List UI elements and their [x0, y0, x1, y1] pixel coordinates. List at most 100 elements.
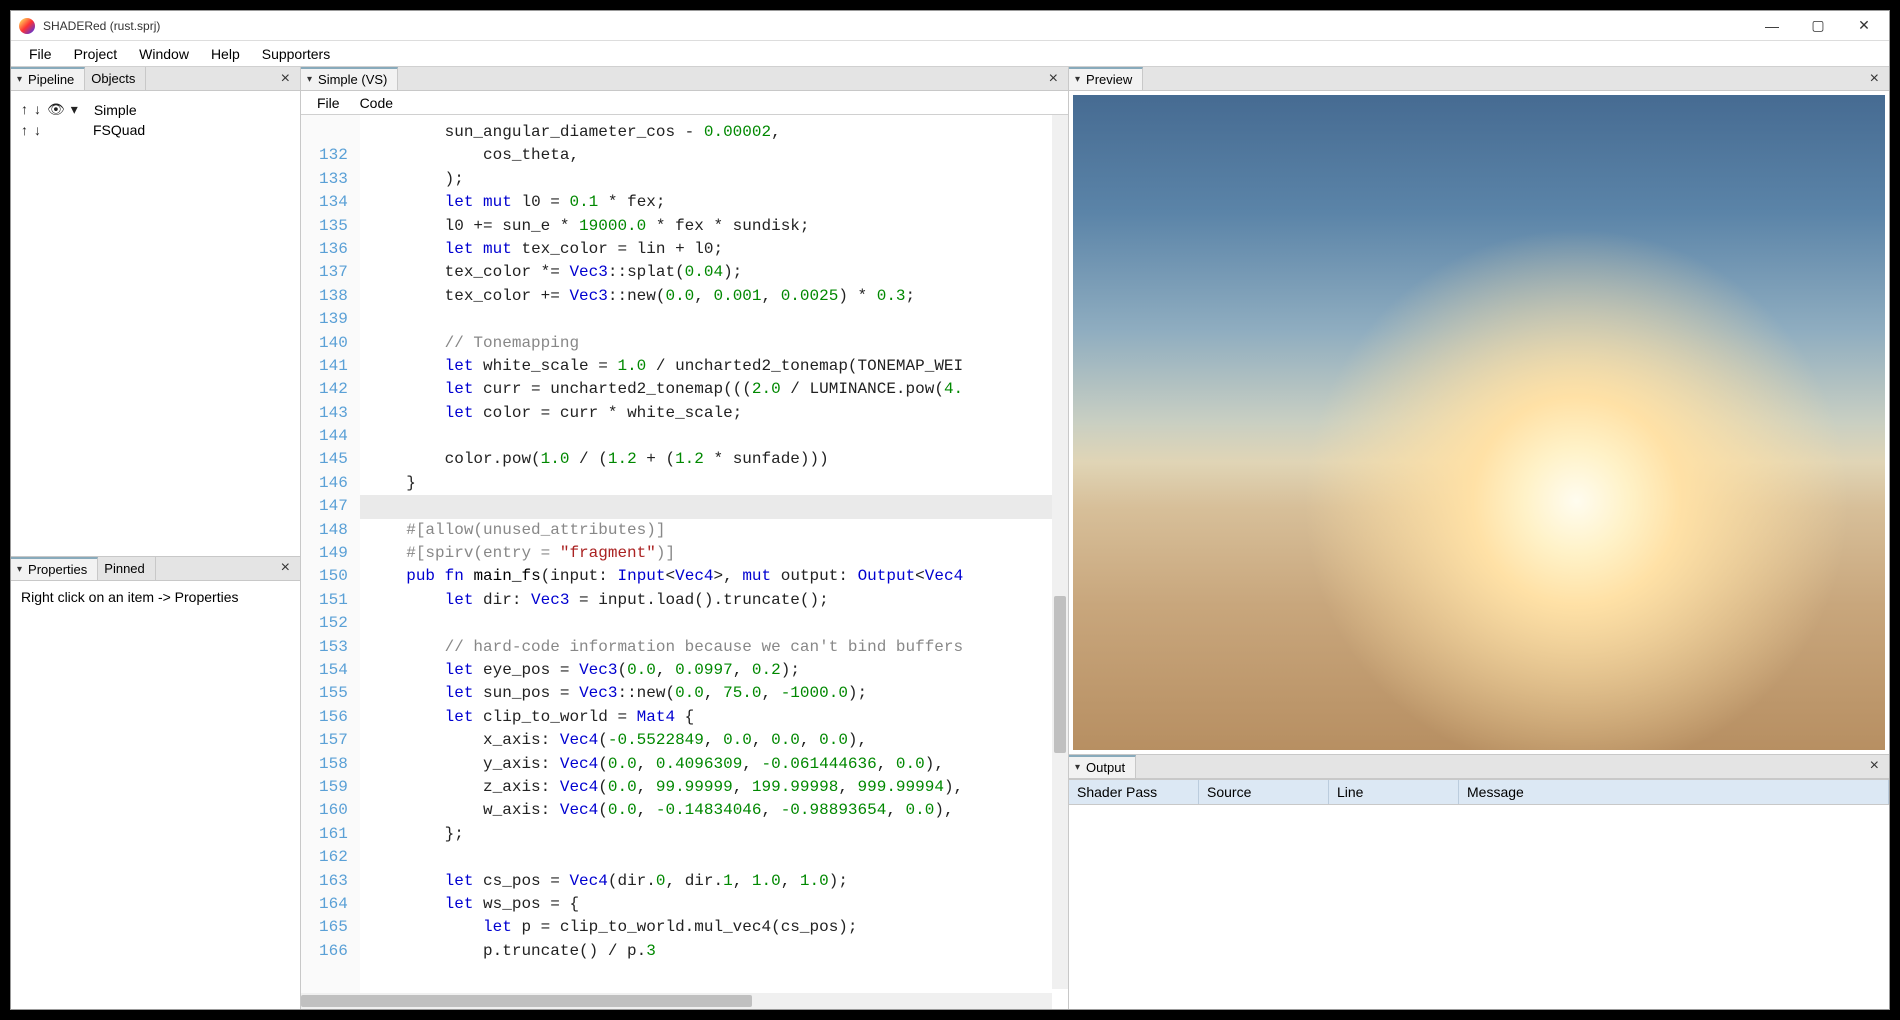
code-line[interactable]: l0 += sun_e * 19000.0 * fex * sundisk;: [368, 215, 1068, 238]
window-maximize-button[interactable]: ▢: [1795, 12, 1841, 40]
code-line[interactable]: w_axis: Vec4(0.0, -0.14834046, -0.988936…: [368, 799, 1068, 822]
code-line[interactable]: #[allow(unused_attributes)]: [368, 519, 1068, 542]
tab-output-label: Output: [1086, 760, 1125, 775]
output-col-line[interactable]: Line: [1329, 780, 1459, 804]
menu-file[interactable]: File: [19, 42, 62, 66]
dropdown-icon[interactable]: ▾: [1075, 74, 1080, 85]
close-icon[interactable]: ×: [277, 70, 294, 88]
code-line[interactable]: [368, 425, 1068, 448]
pipeline-item-icon[interactable]: 👁: [47, 101, 65, 118]
code-line[interactable]: // Tonemapping: [368, 332, 1068, 355]
code-line[interactable]: };: [368, 823, 1068, 846]
code-line[interactable]: cos_theta,: [368, 144, 1068, 167]
menu-supporters[interactable]: Supporters: [252, 42, 340, 66]
tab-editor-file[interactable]: ▾ Simple (VS): [301, 67, 398, 90]
menu-project[interactable]: Project: [64, 42, 128, 66]
properties-panel: ▾ Properties Pinned × Right click on an …: [11, 557, 300, 1009]
tab-pinned[interactable]: Pinned: [98, 557, 155, 580]
line-number: 162: [319, 846, 348, 869]
code-line[interactable]: let color = curr * white_scale;: [368, 402, 1068, 425]
horizontal-scrollbar[interactable]: [301, 993, 1052, 1009]
line-number: 152: [319, 612, 348, 635]
code-line[interactable]: let clip_to_world = Mat4 {: [368, 706, 1068, 729]
pipeline-item-icon[interactable]: ▾: [71, 101, 78, 118]
pipeline-item-icon[interactable]: ↓: [34, 101, 41, 118]
line-number: 139: [319, 308, 348, 331]
close-icon[interactable]: ×: [1045, 70, 1062, 88]
close-icon[interactable]: ×: [1866, 757, 1883, 775]
line-number: 136: [319, 238, 348, 261]
preview-viewport[interactable]: [1073, 95, 1885, 750]
line-number: 153: [319, 636, 348, 659]
code-line[interactable]: color.pow(1.0 / (1.2 + (1.2 * sunfade))): [368, 448, 1068, 471]
dropdown-icon[interactable]: ▾: [17, 74, 22, 85]
close-icon[interactable]: ×: [1866, 70, 1883, 88]
code-line[interactable]: pub fn main_fs(input: Input<Vec4>, mut o…: [368, 565, 1068, 588]
code-line[interactable]: let curr = uncharted2_tonemap(((2.0 / LU…: [368, 378, 1068, 401]
code-line[interactable]: [368, 612, 1068, 635]
code-line[interactable]: tex_color += Vec3::new(0.0, 0.001, 0.002…: [368, 285, 1068, 308]
code-line[interactable]: x_axis: Vec4(-0.5522849, 0.0, 0.0, 0.0),: [368, 729, 1068, 752]
pipeline-item-icon[interactable]: ↓: [34, 122, 41, 138]
code-line[interactable]: let mut l0 = 0.1 * fex;: [368, 191, 1068, 214]
code-line[interactable]: sun_angular_diameter_cos - 0.00002,: [368, 121, 1068, 144]
app-icon: [19, 18, 35, 34]
code-line[interactable]: let p = clip_to_world.mul_vec4(cs_pos);: [368, 916, 1068, 939]
output-col-shaderpass[interactable]: Shader Pass: [1069, 780, 1199, 804]
close-icon[interactable]: ×: [277, 559, 294, 577]
pipeline-item[interactable]: ↑↓FSQuad: [21, 120, 290, 140]
code-line[interactable]: tex_color *= Vec3::splat(0.04);: [368, 261, 1068, 284]
output-col-source[interactable]: Source: [1199, 780, 1329, 804]
code-line[interactable]: // hard-code information because we can'…: [368, 636, 1068, 659]
menu-help[interactable]: Help: [201, 42, 250, 66]
menu-window[interactable]: Window: [129, 42, 199, 66]
line-number: 134: [319, 191, 348, 214]
dropdown-icon[interactable]: ▾: [17, 564, 22, 575]
dropdown-icon[interactable]: ▾: [307, 74, 312, 85]
code-line[interactable]: let sun_pos = Vec3::new(0.0, 75.0, -1000…: [368, 682, 1068, 705]
code-line[interactable]: }: [368, 472, 1068, 495]
code-line[interactable]: let mut tex_color = lin + l0;: [368, 238, 1068, 261]
code-line[interactable]: y_axis: Vec4(0.0, 0.4096309, -0.06144463…: [368, 753, 1068, 776]
code-editor[interactable]: 1321331341351361371381391401411421431441…: [301, 115, 1068, 1009]
code-line[interactable]: z_axis: Vec4(0.0, 99.99999, 199.99998, 9…: [368, 776, 1068, 799]
line-number: 142: [319, 378, 348, 401]
code-line[interactable]: let ws_pos = {: [368, 893, 1068, 916]
code-line[interactable]: let white_scale = 1.0 / uncharted2_tonem…: [368, 355, 1068, 378]
code-line[interactable]: let dir: Vec3 = input.load().truncate();: [368, 589, 1068, 612]
pipeline-item-icon[interactable]: ↑: [21, 101, 28, 118]
code-line[interactable]: #[spirv(entry = "fragment")]: [368, 542, 1068, 565]
vertical-scrollbar[interactable]: [1052, 115, 1068, 989]
pipeline-item-icon[interactable]: ↑: [21, 122, 28, 138]
tab-pipeline-label: Pipeline: [28, 72, 74, 87]
line-number: 160: [319, 799, 348, 822]
line-number: 145: [319, 448, 348, 471]
code-line[interactable]: [360, 495, 1068, 518]
code-line[interactable]: let eye_pos = Vec3(0.0, 0.0997, 0.2);: [368, 659, 1068, 682]
output-panel: ▾ Output × Shader Pass Source Line Messa…: [1069, 755, 1889, 1009]
code-line[interactable]: [368, 308, 1068, 331]
dropdown-icon[interactable]: ▾: [1075, 762, 1080, 773]
window-close-button[interactable]: ✕: [1841, 12, 1887, 40]
code-line[interactable]: [368, 846, 1068, 869]
line-number: 157: [319, 729, 348, 752]
tab-objects[interactable]: Objects: [85, 67, 146, 90]
code-line[interactable]: );: [368, 168, 1068, 191]
window-title: SHADERed (rust.sprj): [43, 19, 160, 33]
output-col-message[interactable]: Message: [1459, 780, 1889, 804]
tab-pipeline[interactable]: ▾ Pipeline: [11, 67, 85, 90]
code-line[interactable]: p.truncate() / p.3: [368, 940, 1068, 963]
tab-output[interactable]: ▾ Output: [1069, 755, 1136, 778]
tab-preview[interactable]: ▾ Preview: [1069, 67, 1143, 90]
line-number: 151: [319, 589, 348, 612]
pipeline-item[interactable]: ↑↓👁▾Simple: [21, 99, 290, 120]
window-minimize-button[interactable]: —: [1749, 12, 1795, 40]
code-line[interactable]: let cs_pos = Vec4(dir.0, dir.1, 1.0, 1.0…: [368, 870, 1068, 893]
editor-menu-code[interactable]: Code: [352, 93, 401, 113]
line-number: 141: [319, 355, 348, 378]
tab-objects-label: Objects: [91, 71, 135, 86]
line-number: 137: [319, 261, 348, 284]
tab-properties[interactable]: ▾ Properties: [11, 557, 98, 580]
editor-tab-label: Simple (VS): [318, 72, 387, 87]
editor-menu-file[interactable]: File: [309, 93, 348, 113]
